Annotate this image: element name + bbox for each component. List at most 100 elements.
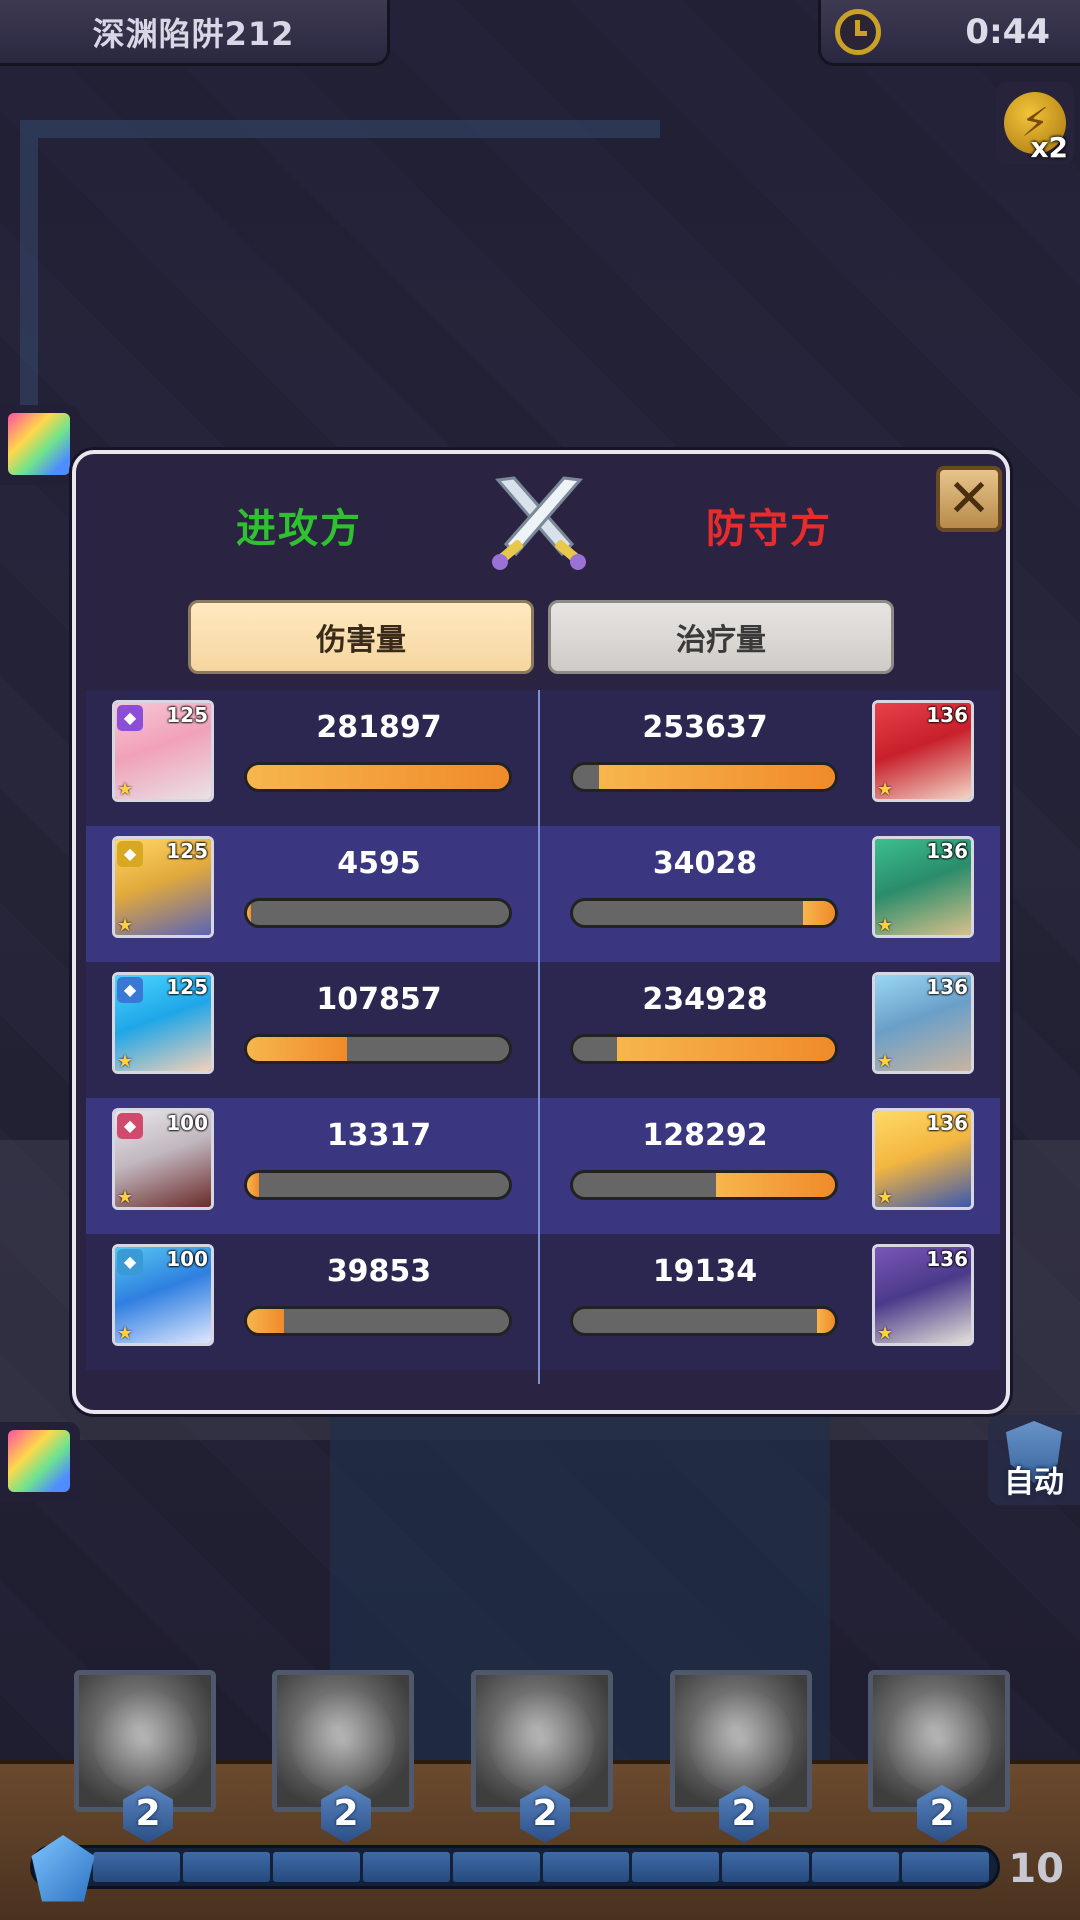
hero-level: 125 xyxy=(166,703,208,727)
attacker-bar-fill xyxy=(247,1037,348,1061)
star-icon: ★ xyxy=(117,779,134,800)
attacker-hero-portrait[interactable]: ◆ 125 ★ xyxy=(112,972,214,1074)
attacker-hero-portrait[interactable]: ◆ 100 ★ xyxy=(112,1244,214,1346)
tab-damage[interactable]: 伤害量 xyxy=(188,600,534,674)
class-icon: ◆ xyxy=(117,977,143,1003)
defender-value: 19134 xyxy=(652,1254,758,1289)
attacker-bar-fill xyxy=(247,1309,284,1333)
timer-text: 0:44 xyxy=(965,11,1050,52)
attacker-bar-fill xyxy=(247,1173,260,1197)
energy-segment xyxy=(902,1852,990,1882)
hero-level: 100 xyxy=(166,1111,208,1135)
skill-slot-2[interactable]: 2 xyxy=(272,1670,414,1843)
defender-bar xyxy=(570,1170,838,1200)
skill-icon xyxy=(93,1689,197,1793)
energy-segment xyxy=(93,1852,180,1882)
energy-segment xyxy=(452,1852,540,1882)
stats-row: ◆ 125 ★ 4595 34028 136 ★ xyxy=(86,826,1000,962)
left-skill-portrait-top[interactable] xyxy=(0,405,80,485)
skill-icon xyxy=(490,1689,594,1793)
attacker-value: 281897 xyxy=(316,710,442,745)
defender-bar-fill xyxy=(817,1309,835,1333)
energy-segment xyxy=(812,1852,900,1882)
skill-slot-4[interactable]: 2 xyxy=(670,1670,812,1843)
defender-hero-portrait[interactable]: 136 ★ xyxy=(872,972,974,1074)
defender-bar xyxy=(570,1034,838,1064)
defender-hero-portrait[interactable]: 136 ★ xyxy=(872,1244,974,1346)
hero-level: 136 xyxy=(926,703,968,727)
energy-segment xyxy=(632,1852,720,1882)
hero-level: 125 xyxy=(166,975,208,999)
star-icon: ★ xyxy=(877,1051,894,1072)
left-skill-portrait-bottom[interactable] xyxy=(0,1422,80,1502)
class-icon: ◆ xyxy=(117,705,143,731)
auto-battle-button[interactable]: 自动 xyxy=(988,1415,1080,1505)
hero-level: 125 xyxy=(166,839,208,863)
clock-icon xyxy=(835,8,881,55)
defender-bar xyxy=(570,762,838,792)
attacker-hero-portrait[interactable]: ◆ 100 ★ xyxy=(112,1108,214,1210)
energy-segment xyxy=(182,1852,270,1882)
star-icon: ★ xyxy=(877,779,894,800)
attacker-bar-fill xyxy=(247,901,252,925)
class-icon: ◆ xyxy=(117,841,143,867)
star-icon: ★ xyxy=(877,1187,894,1208)
skill-icon xyxy=(887,1689,991,1793)
battle-timer: 0:44 xyxy=(818,0,1080,66)
hero-level: 100 xyxy=(166,1247,208,1271)
attacker-hero-portrait[interactable]: ◆ 125 ★ xyxy=(112,700,214,802)
battle-stats-panel: 进攻方 防守方 ✕ 伤害量 治疗量 ◆ 125 ★ 281897 253637 … xyxy=(72,450,1010,1414)
defender-title: 防守方 xyxy=(706,506,832,552)
defender-bar-fill xyxy=(803,901,835,925)
energy-bar xyxy=(30,1845,1000,1889)
attacker-value: 4595 xyxy=(337,846,421,881)
defender-bar xyxy=(570,1306,838,1336)
stats-row: ◆ 100 ★ 39853 19134 136 ★ xyxy=(86,1234,1000,1370)
skill-slot-3[interactable]: 2 xyxy=(471,1670,613,1843)
close-icon: ✕ xyxy=(947,469,991,529)
star-icon: ★ xyxy=(877,915,894,936)
defender-value: 253637 xyxy=(642,710,768,745)
attacker-bar xyxy=(244,762,512,792)
star-icon: ★ xyxy=(117,915,134,936)
stats-rows: ◆ 125 ★ 281897 253637 136 ★ ◆ 125 ★ 4595… xyxy=(86,690,1000,1370)
defender-hero-portrait[interactable]: 136 ★ xyxy=(872,700,974,802)
hero-level: 136 xyxy=(926,839,968,863)
skill-slot-1[interactable]: 2 xyxy=(74,1670,216,1843)
defender-hero-portrait[interactable]: 136 ★ xyxy=(872,836,974,938)
class-icon: ◆ xyxy=(117,1249,143,1275)
energy-segment xyxy=(272,1852,360,1882)
class-icon: ◆ xyxy=(117,1113,143,1139)
defender-value: 34028 xyxy=(652,846,758,881)
attacker-value: 13317 xyxy=(326,1118,432,1153)
defender-value: 128292 xyxy=(642,1118,768,1153)
energy-segment xyxy=(722,1852,810,1882)
skill-icon xyxy=(291,1689,395,1793)
close-button[interactable]: ✕ xyxy=(936,466,1002,532)
defender-bar-fill xyxy=(715,1173,835,1197)
speed-toggle-button[interactable]: ⚡ x2 xyxy=(996,82,1074,164)
stage-title: 深渊陷阱212 xyxy=(0,0,390,66)
energy-segment xyxy=(362,1852,450,1882)
attacker-hero-portrait[interactable]: ◆ 125 ★ xyxy=(112,836,214,938)
tab-healing[interactable]: 治疗量 xyxy=(548,600,894,674)
attacker-value: 107857 xyxy=(316,982,442,1017)
defender-hero-portrait[interactable]: 136 ★ xyxy=(872,1108,974,1210)
stats-row: ◆ 125 ★ 107857 234928 136 ★ xyxy=(86,962,1000,1098)
skill-slots: 2 2 2 2 2 xyxy=(0,1670,1080,1843)
attacker-bar-fill xyxy=(247,765,509,789)
skill-art-icon xyxy=(8,413,70,475)
star-icon: ★ xyxy=(117,1323,134,1344)
defender-bar-fill xyxy=(599,765,835,789)
hero-level: 136 xyxy=(926,1111,968,1135)
attacker-bar xyxy=(244,1170,512,1200)
attacker-title: 进攻方 xyxy=(236,506,362,552)
attacker-value: 39853 xyxy=(326,1254,432,1289)
defender-bar xyxy=(570,898,838,928)
stats-row: ◆ 125 ★ 281897 253637 136 ★ xyxy=(86,690,1000,826)
attacker-bar xyxy=(244,898,512,928)
auto-label: 自动 xyxy=(1004,1465,1064,1500)
skill-slot-5[interactable]: 2 xyxy=(868,1670,1010,1843)
speed-multiplier: x2 xyxy=(1030,131,1068,164)
hero-level: 136 xyxy=(926,1247,968,1271)
